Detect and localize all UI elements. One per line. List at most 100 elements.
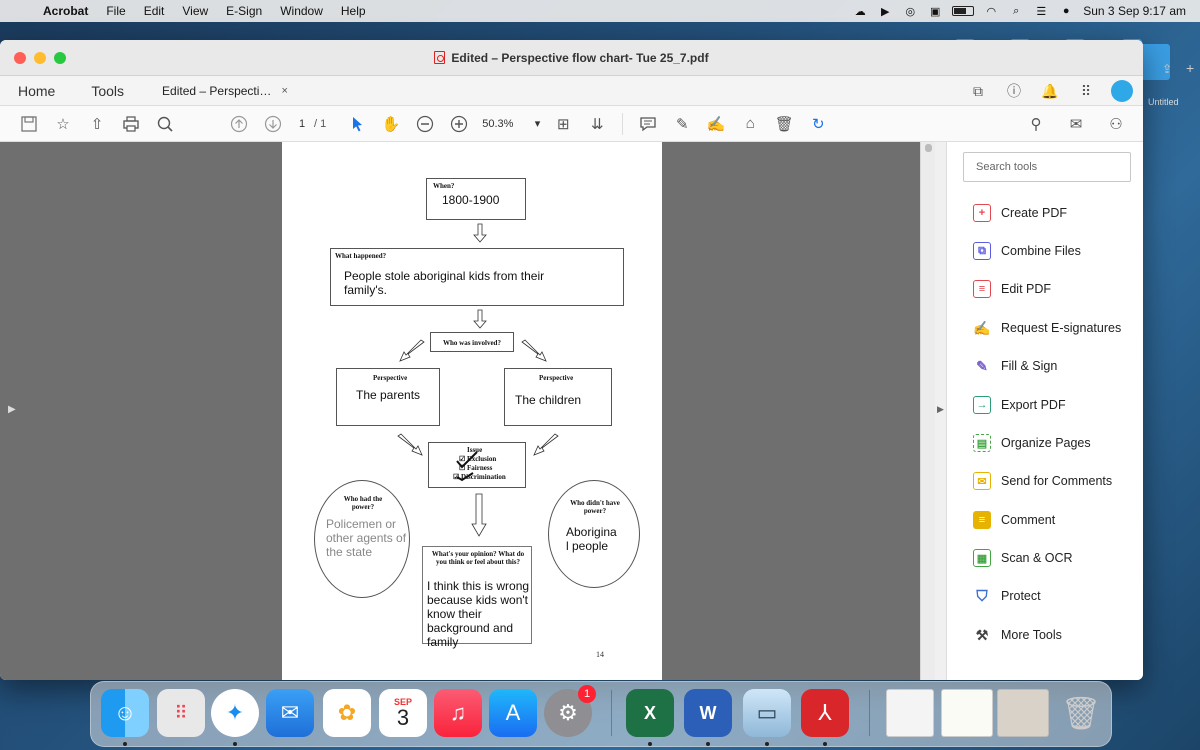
search-tools-input[interactable] (963, 152, 1131, 182)
next-page-icon[interactable] (256, 110, 290, 138)
tool-create-pdf[interactable]: + Create PDF (973, 202, 1067, 224)
search-document-icon[interactable] (148, 110, 182, 138)
tool-fill-sign[interactable]: ✎ Fill & Sign (973, 355, 1057, 377)
safari-icon[interactable]: ✦ (211, 689, 259, 737)
excel-icon[interactable]: X (626, 689, 674, 737)
share-icon[interactable]: ⇪ (1162, 62, 1172, 76)
launchpad-icon[interactable]: ⠿ (157, 689, 205, 737)
highlight-pen-icon[interactable]: ✎ (665, 110, 699, 138)
close-window-button[interactable] (14, 52, 26, 64)
tool-request-esignatures[interactable]: ✍ Request E-signatures (973, 317, 1121, 339)
menu-window[interactable]: Window (271, 4, 332, 18)
menu-help[interactable]: Help (332, 4, 375, 18)
system-settings-icon[interactable]: ⚙ 1 (544, 685, 596, 737)
display-icon[interactable]: ▣ (927, 4, 943, 18)
tool-export-pdf[interactable]: → Export PDF (973, 394, 1066, 416)
word-icon[interactable]: W (684, 689, 732, 737)
minimize-window-button[interactable] (34, 52, 46, 64)
bookmark-star-icon[interactable]: ☆ (46, 110, 80, 138)
who-had-power-circle: Who had the power? Policemen or other ag… (314, 480, 410, 598)
page-number-input[interactable] (290, 113, 314, 134)
zoom-out-icon[interactable] (408, 110, 442, 138)
print-icon[interactable] (114, 110, 148, 138)
stamp-icon[interactable]: ⌂ (733, 110, 767, 138)
hand-tool-icon[interactable]: ✋ (374, 110, 408, 138)
recent-document-thumbnail[interactable] (997, 689, 1049, 737)
tools-panel: + Create PDF ⧉ Combine Files ≡ Edit PDF … (947, 142, 1143, 680)
tool-comment[interactable]: ≡ Comment (973, 509, 1055, 531)
play-icon[interactable]: ▶ (877, 4, 893, 18)
menu-file[interactable]: File (97, 4, 134, 18)
battery-icon[interactable] (952, 6, 975, 16)
tool-create-pdf-label: Create PDF (1001, 206, 1067, 220)
add-icon[interactable]: + (1186, 60, 1194, 76)
upload-cloud-icon[interactable]: ⇧ (80, 110, 114, 138)
scrollbar-thumb[interactable] (925, 144, 932, 152)
close-tab-icon[interactable]: × (281, 85, 287, 97)
tool-combine-files[interactable]: ⧉ Combine Files (973, 240, 1081, 262)
share-screen-icon[interactable]: ⧉ (967, 80, 989, 102)
delete-icon[interactable]: 🗑 (767, 110, 801, 138)
spotlight-search-icon[interactable]: ⌕ (1008, 4, 1024, 18)
photos-icon[interactable]: ✿ (323, 689, 371, 737)
menu-edit[interactable]: Edit (135, 4, 174, 18)
what-happened-box: What happened? People stole aboriginal k… (330, 248, 624, 306)
zoom-level-dropdown[interactable]: 50.3% ▾ (476, 117, 546, 131)
fill-sign-tool-icon: ✎ (976, 357, 988, 374)
finder-icon[interactable]: ☺ (101, 689, 149, 737)
siri-icon[interactable]: ● (1058, 4, 1074, 18)
calendar-icon[interactable]: SEP 3 (379, 689, 427, 737)
share-link-icon[interactable]: ⚲ (1019, 110, 1053, 138)
fill-sign-icon[interactable]: ✍ (699, 110, 733, 138)
pdf-page[interactable]: When? 1800-1900 What happened? People st… (282, 142, 662, 680)
tab-document[interactable]: Edited – Perspecti… × (162, 84, 288, 98)
acrobat-icon[interactable]: ⅄ (801, 689, 849, 737)
menu-view[interactable]: View (173, 4, 217, 18)
preview-icon[interactable]: ▭ (743, 689, 791, 737)
wifi-icon[interactable]: ◠ (983, 4, 999, 18)
desktop-untitled-label[interactable]: Untitled (1148, 97, 1179, 107)
running-indicator (706, 742, 710, 746)
comment-icon[interactable] (631, 110, 665, 138)
tool-protect[interactable]: ⛉ Protect (973, 585, 1040, 607)
menu-esign[interactable]: E-Sign (217, 4, 271, 18)
tab-tools[interactable]: Tools (73, 83, 142, 99)
notifications-bell-icon[interactable]: 🔔 (1039, 80, 1061, 102)
recent-document-thumbnail[interactable] (886, 689, 934, 737)
apps-grid-icon[interactable]: ⠿ (1075, 80, 1097, 102)
save-icon[interactable] (12, 110, 46, 138)
tab-home[interactable]: Home (0, 83, 73, 99)
mail-icon[interactable]: ✉ (266, 689, 314, 737)
trash-icon[interactable]: 🗑 (1057, 689, 1105, 737)
app-store-icon[interactable]: A (489, 689, 537, 737)
menu-app-name[interactable]: Acrobat (34, 4, 97, 18)
document-canvas[interactable]: ▶ When? 1800-1900 What happened? People … (0, 142, 935, 680)
email-icon[interactable]: ✉ (1059, 110, 1093, 138)
select-cursor-icon[interactable] (340, 110, 374, 138)
rotate-icon[interactable]: ↻ (801, 110, 835, 138)
user-avatar[interactable] (1111, 80, 1133, 102)
zoom-in-icon[interactable] (442, 110, 476, 138)
tool-more-tools[interactable]: ⚒ More Tools (973, 624, 1062, 646)
airdrop-icon[interactable]: ◎ (902, 4, 918, 18)
page-fit-icon[interactable]: ⊞ (546, 110, 580, 138)
expand-left-panel-icon[interactable]: ▶ (8, 404, 16, 415)
add-user-icon[interactable]: ⚇ (1099, 110, 1133, 138)
tools-panel-collapse-handle[interactable]: ▶ (935, 142, 947, 680)
collapse-panel-icon[interactable]: ▶ (937, 404, 944, 415)
control-center-icon[interactable]: ☰ (1033, 4, 1049, 18)
menubar-clock[interactable]: Sun 3 Sep 9:17 am (1083, 4, 1186, 18)
tool-edit-pdf[interactable]: ≡ Edit PDF (973, 278, 1051, 300)
vertical-scrollbar[interactable] (920, 142, 935, 680)
previous-page-icon[interactable] (222, 110, 256, 138)
tool-organize-pages[interactable]: ▤ Organize Pages (973, 432, 1091, 454)
tool-scan-ocr[interactable]: ▦ Scan & OCR (973, 547, 1073, 569)
tool-send-for-comments[interactable]: ✉ Send for Comments (973, 470, 1112, 492)
scroll-mode-icon[interactable]: ⇊ (580, 110, 614, 138)
who-involved-box: Who was involved? (430, 332, 514, 352)
recent-document-thumbnail[interactable] (941, 689, 993, 737)
music-icon[interactable]: ♫ (434, 689, 482, 737)
creative-cloud-icon[interactable]: ☁ (852, 4, 868, 18)
zoom-window-button[interactable] (54, 52, 66, 64)
help-icon[interactable]: ⓘ (1003, 80, 1025, 102)
